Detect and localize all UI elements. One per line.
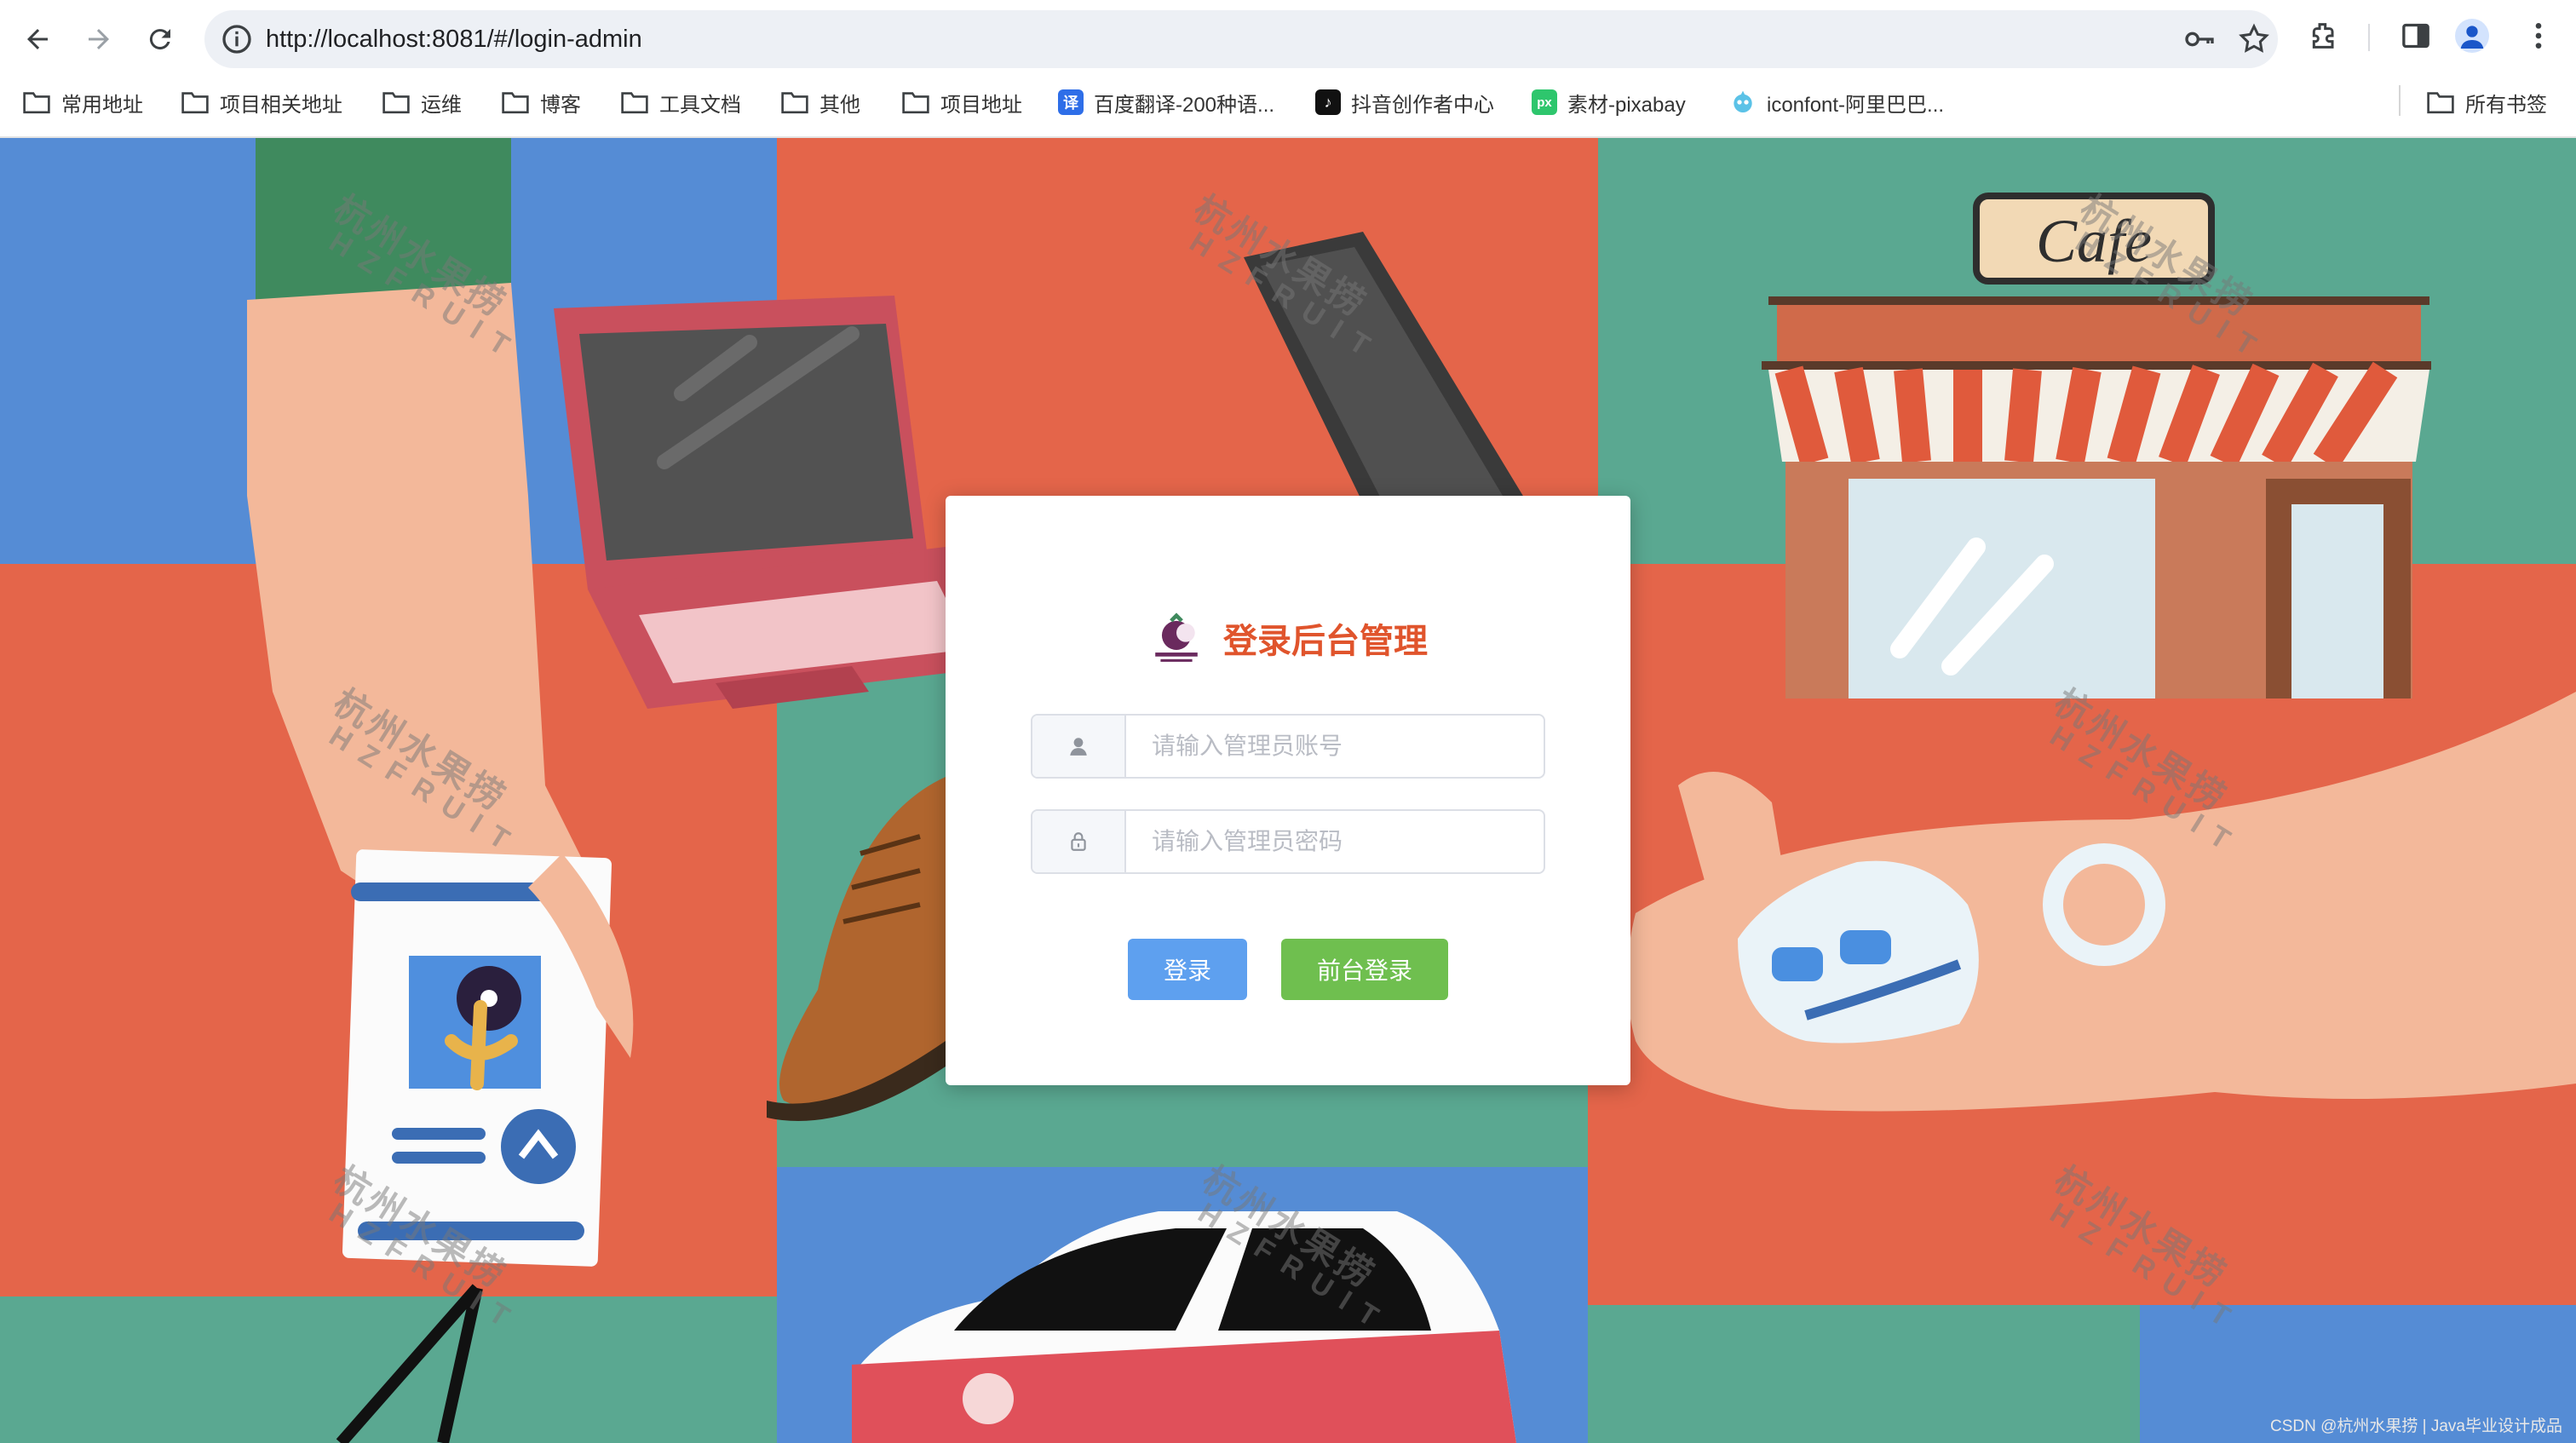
site-info-icon[interactable] [220, 22, 254, 56]
mangosteen-logo-icon [1155, 612, 1198, 662]
bookmark-label: 项目地址 [940, 93, 1022, 117]
star-icon[interactable] [2237, 22, 2271, 56]
watermark-logo: 杭州水果捞HZFRUIT [2044, 1158, 2248, 1341]
password-input[interactable] [1126, 811, 1544, 872]
baidu-translate-icon: 译 [1058, 89, 1084, 115]
watermark-logo: 杭州水果捞HZFRUIT [323, 187, 527, 370]
profile-avatar[interactable] [2455, 19, 2489, 53]
all-bookmarks-label: 所有书签 [2465, 93, 2547, 117]
bookmark-link[interactable]: iconfont-阿里巴巴... [1729, 85, 1944, 119]
reload-icon [149, 29, 170, 50]
bookmark-label: 运维 [421, 93, 462, 117]
footer-credit: CSDN @杭州水果捞 | Java毕业设计成品 [2269, 1417, 2562, 1435]
folder-icon [621, 92, 648, 114]
url-text[interactable]: http://localhost:8081/#/login-admin [266, 22, 642, 56]
more-menu-icon[interactable] [2521, 19, 2556, 53]
watermark-logo: 杭州水果捞HZFRUIT [1183, 187, 1388, 370]
arrow-right-icon [89, 29, 109, 49]
side-panel-icon[interactable] [2399, 19, 2433, 53]
login-card: 登录后台管理 登录 前台登录 [946, 496, 1630, 1085]
username-prefix [1032, 716, 1126, 777]
password-field[interactable] [1031, 809, 1545, 874]
bookmark-label: 百度翻译-200种语... [1094, 93, 1275, 117]
folder-icon [781, 92, 808, 114]
all-bookmarks[interactable]: 所有书签 [2426, 85, 2547, 119]
folder-icon [181, 92, 209, 114]
bookmark-label: 工具文档 [659, 93, 741, 117]
watermark-logo: 杭州水果捞HZFRUIT [1192, 1158, 1396, 1341]
username-field[interactable] [1031, 714, 1545, 779]
bookmarks-divider [2399, 85, 2401, 116]
bookmark-folder[interactable]: 工具文档 [620, 85, 741, 119]
forward-button[interactable] [75, 15, 123, 63]
bookmark-folder[interactable]: 项目地址 [901, 85, 1022, 119]
folder-icon [502, 92, 529, 114]
watermark-logo: 杭州水果捞HZFRUIT [2069, 187, 2274, 370]
address-bar[interactable]: http://localhost:8081/#/login-admin [204, 10, 2278, 68]
lock-icon [1071, 832, 1086, 851]
bookmark-folder[interactable]: 博客 [501, 85, 581, 119]
bookmark-folder[interactable]: 其他 [780, 85, 860, 119]
frontend-login-button[interactable]: 前台登录 [1281, 939, 1448, 1000]
bookmarks-bar: 常用地址 项目相关地址 运维 博客 工具文档 其他 项目地址 译 百度翻译-20 [0, 80, 2576, 124]
bookmark-label: 素材-pixabay [1567, 93, 1686, 117]
watermark-logo: 杭州水果捞HZFRUIT [323, 681, 527, 864]
bookmark-folder[interactable]: 常用地址 [22, 85, 143, 119]
folder-icon [382, 92, 410, 114]
bookmark-label: 项目相关地址 [220, 93, 342, 117]
login-title: 登录后台管理 [1223, 623, 1428, 660]
reload-button[interactable] [136, 15, 184, 63]
username-input[interactable] [1126, 716, 1544, 777]
browser-chrome: http://localhost:8081/#/login-admin 常用地址… [0, 0, 2576, 138]
iconfont-icon [1734, 90, 1752, 112]
douyin-icon: ♪ [1315, 89, 1341, 115]
login-button[interactable]: 登录 [1128, 939, 1247, 1000]
back-button[interactable] [14, 15, 61, 63]
key-icon[interactable] [2182, 22, 2217, 56]
bookmark-link[interactable]: 译 百度翻译-200种语... [1058, 85, 1274, 119]
user-icon [1070, 738, 1087, 756]
login-page: Cafe 杭州水果捞 HZFRUIT 杭州水果捞 HZFRUIT 杭州水果捞 H… [0, 138, 2576, 1443]
password-prefix [1032, 811, 1126, 872]
bookmark-label: 常用地址 [61, 93, 143, 117]
pixabay-icon: px [1532, 89, 1557, 115]
person-icon [2460, 26, 2484, 49]
bookmark-link[interactable]: ♪ 抖音创作者中心 [1315, 85, 1494, 119]
login-header: 登录后台管理 [1150, 612, 1428, 664]
watermark-logo: 杭州水果捞HZFRUIT [323, 1158, 527, 1341]
bookmark-folder[interactable]: 项目相关地址 [181, 85, 342, 119]
watermark-logo: 杭州水果捞HZFRUIT [2044, 681, 2248, 864]
bookmark-label: 抖音创作者中心 [1351, 93, 1494, 117]
extensions-icon[interactable] [2307, 19, 2341, 53]
arrow-left-icon [27, 29, 48, 49]
bookmark-label: 博客 [540, 93, 581, 117]
folder-icon [2427, 92, 2454, 114]
bookmark-folder[interactable]: 运维 [382, 85, 462, 119]
bookmark-label: iconfont-阿里巴巴... [1767, 93, 1945, 117]
bookmark-label: 其他 [819, 93, 860, 117]
bookmark-link[interactable]: px 素材-pixabay [1532, 85, 1686, 119]
toolbar-divider [2368, 24, 2370, 51]
folder-icon [23, 92, 50, 114]
folder-icon [902, 92, 929, 114]
